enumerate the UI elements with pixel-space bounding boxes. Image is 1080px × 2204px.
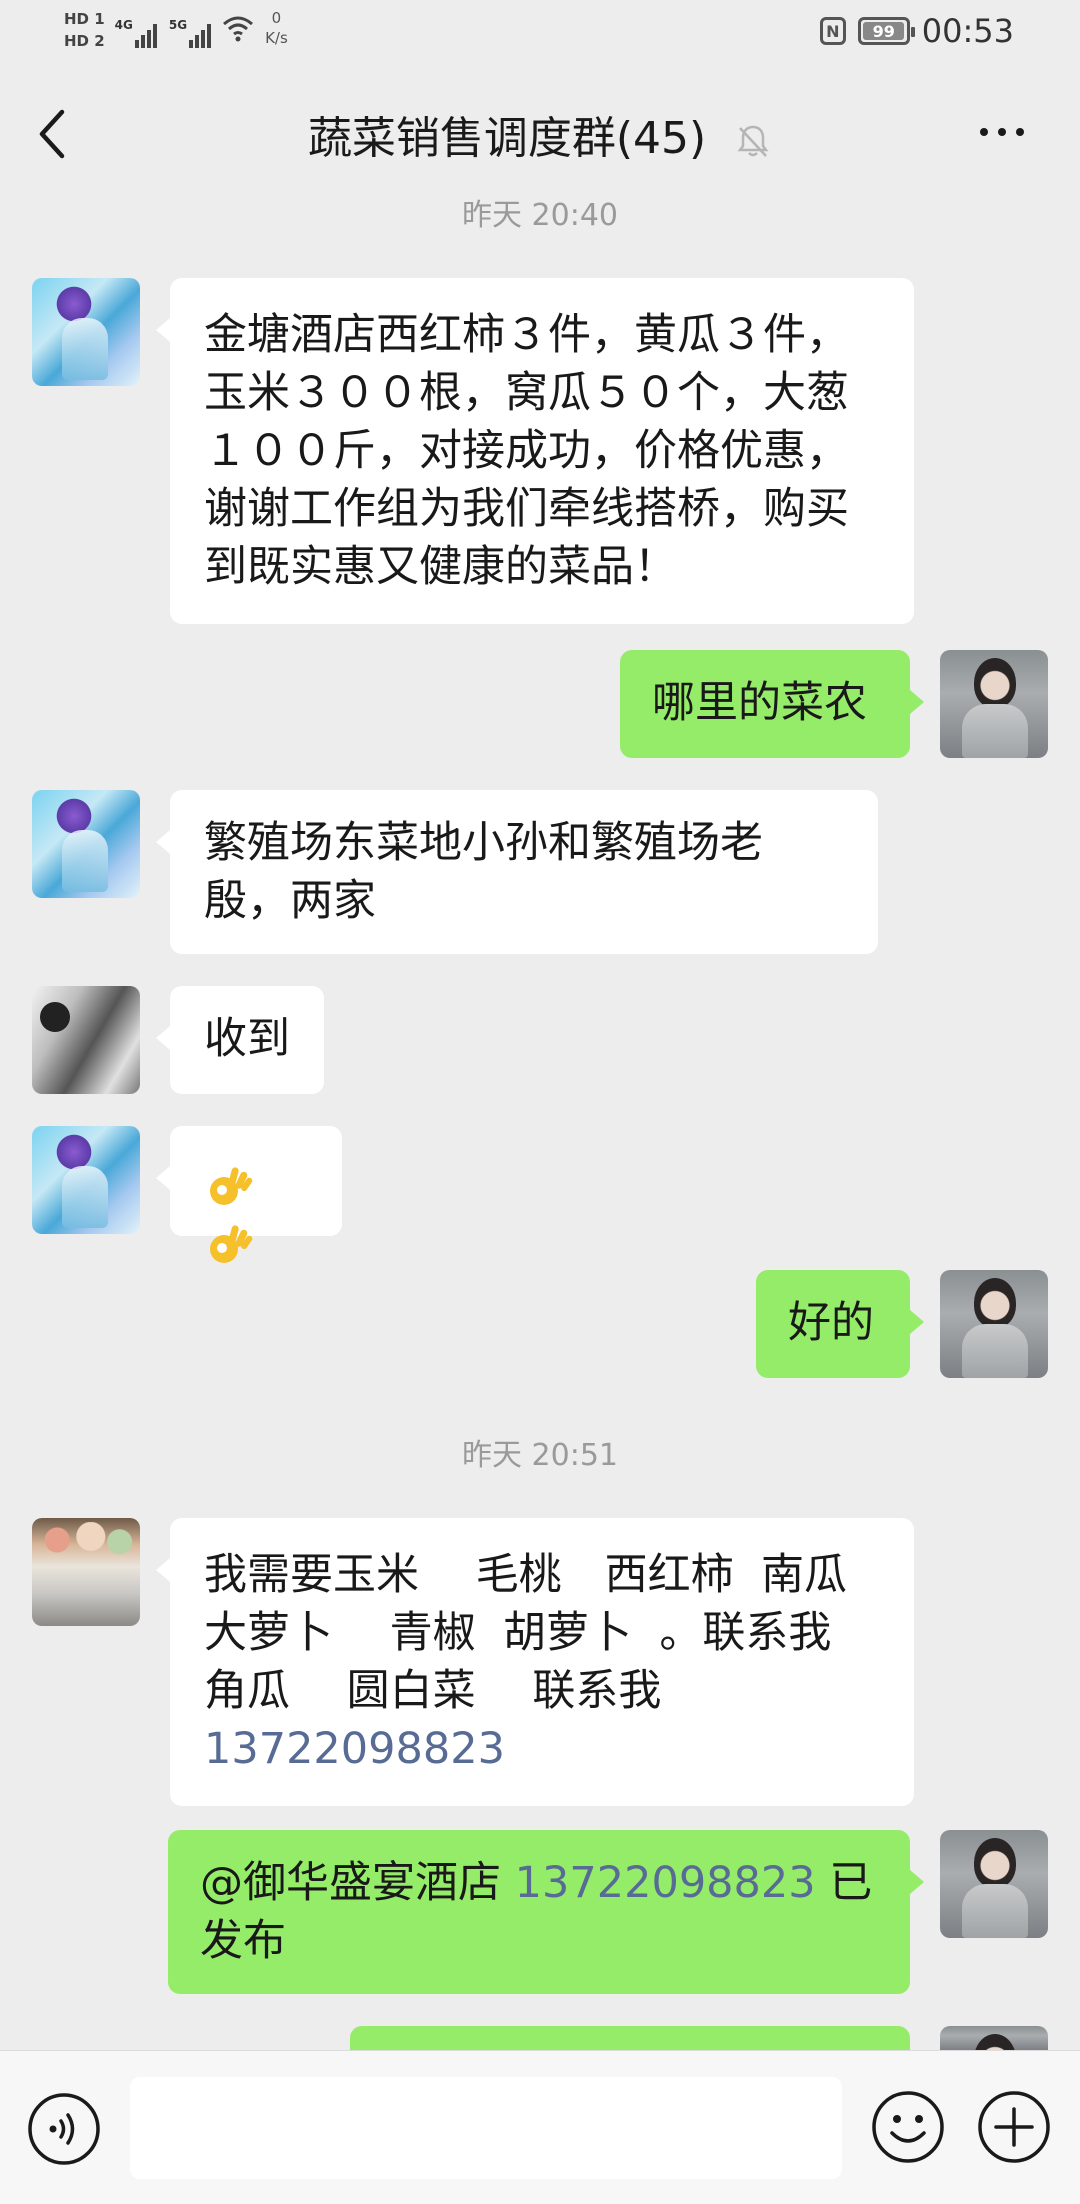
wifi-icon [223,16,254,42]
speed-unit: K/s [265,29,288,47]
message-bubble-in[interactable]: 我需要玉米 毛桃 西红柿 南瓜 大萝卜 青椒 胡萝卜 。联系我 角瓜 圆白菜 联… [156,1518,914,1806]
chat-header: 蔬菜销售调度群(45) [0,68,1080,198]
bell-off-icon [737,125,769,157]
status-time: 00:53 [921,12,1014,50]
speed-value: 0 [271,9,282,27]
message-text: 收到 [204,1014,290,1064]
plus-icon[interactable] [976,2089,1052,2165]
battery-level: 99 [872,21,895,41]
network-speed: 0 K/s [265,8,288,48]
status-bar: HD 1 HD 2 4G 5G 0 K/s N 99 00:53 [0,0,1080,68]
message-text: 金塘酒店西红柿３件，黄瓜３件，玉米３００根，窝瓜５０个，大葱１００斤，对接成功，… [204,310,849,592]
message-bubble-out[interactable]: @御华盛宴酒店 13722098823 已发布 [168,1830,924,1994]
ok-hand-emoji [210,1166,253,1205]
mention-text: @御华盛宴酒店 [200,1858,515,1908]
input-bar [0,2050,1080,2204]
message-bubble-out[interactable]: 哪里的菜农 [620,650,924,758]
signal-icon: 4G [115,8,159,48]
hd-indicator: HD 1 HD 2 [64,8,105,52]
signal-icon-2: 5G [169,8,213,48]
smile-icon[interactable] [870,2089,946,2165]
message-bubble-in[interactable]: 收到 [156,986,324,1094]
message-line: 大萝卜 青椒 胡萝卜 。联系我 [204,1608,832,1658]
network-type-2: 5G [168,18,188,32]
message-bubble-in[interactable]: 金塘酒店西红柿３件，黄瓜３件，玉米３００根，窝瓜５０个，大葱１００斤，对接成功，… [156,278,914,624]
avatar-self[interactable] [940,1270,1048,1378]
hd1-label: HD 1 [64,10,105,28]
chat-title-text: 蔬菜销售调度群(45) [307,113,707,164]
hd2-label: HD 2 [64,32,105,50]
nfc-label: N [826,21,840,41]
message-line: 我需要玉米 毛桃 西红柿 南瓜 [204,1550,848,1600]
message-bubble-in[interactable] [156,1126,342,1263]
avatar[interactable] [32,986,140,1094]
voice-icon[interactable] [26,2091,102,2167]
timestamp: 昨天 20:40 [462,198,618,233]
message-bubble-in[interactable]: 繁殖场东菜地小孙和繁殖场老殷，两家 [156,790,878,954]
message-bubble-out[interactable]: 好的 [756,1270,924,1378]
phone-link[interactable]: 13722098823 [515,1858,816,1908]
ok-hand-emoji [210,1224,253,1263]
avatar[interactable] [32,1518,140,1626]
message-line: 角瓜 圆白菜 联系我 [204,1666,662,1716]
battery-icon: 99 [857,17,915,45]
avatar-self[interactable] [940,650,1048,758]
avatar-self[interactable] [940,2026,1048,2050]
message-bubble-out[interactable] [350,2026,910,2050]
phone-link[interactable]: 13722098823 [204,1720,880,1778]
timestamp: 昨天 20:51 [462,1438,618,1473]
chat-title[interactable]: 蔬菜销售调度群(45) [0,102,1080,166]
message-text: 哪里的菜农 [652,678,867,728]
avatar-self[interactable] [940,1830,1048,1938]
avatar[interactable] [32,790,140,898]
network-type-1: 4G [114,18,133,32]
nfc-icon: N [819,17,846,45]
more-dots-icon[interactable] [980,128,1024,136]
avatar[interactable] [32,278,140,386]
message-text: 好的 [788,1298,874,1348]
message-text: 繁殖场东菜地小孙和繁殖场老殷，两家 [204,818,763,926]
message-input[interactable] [130,2077,842,2179]
avatar[interactable] [32,1126,140,1234]
